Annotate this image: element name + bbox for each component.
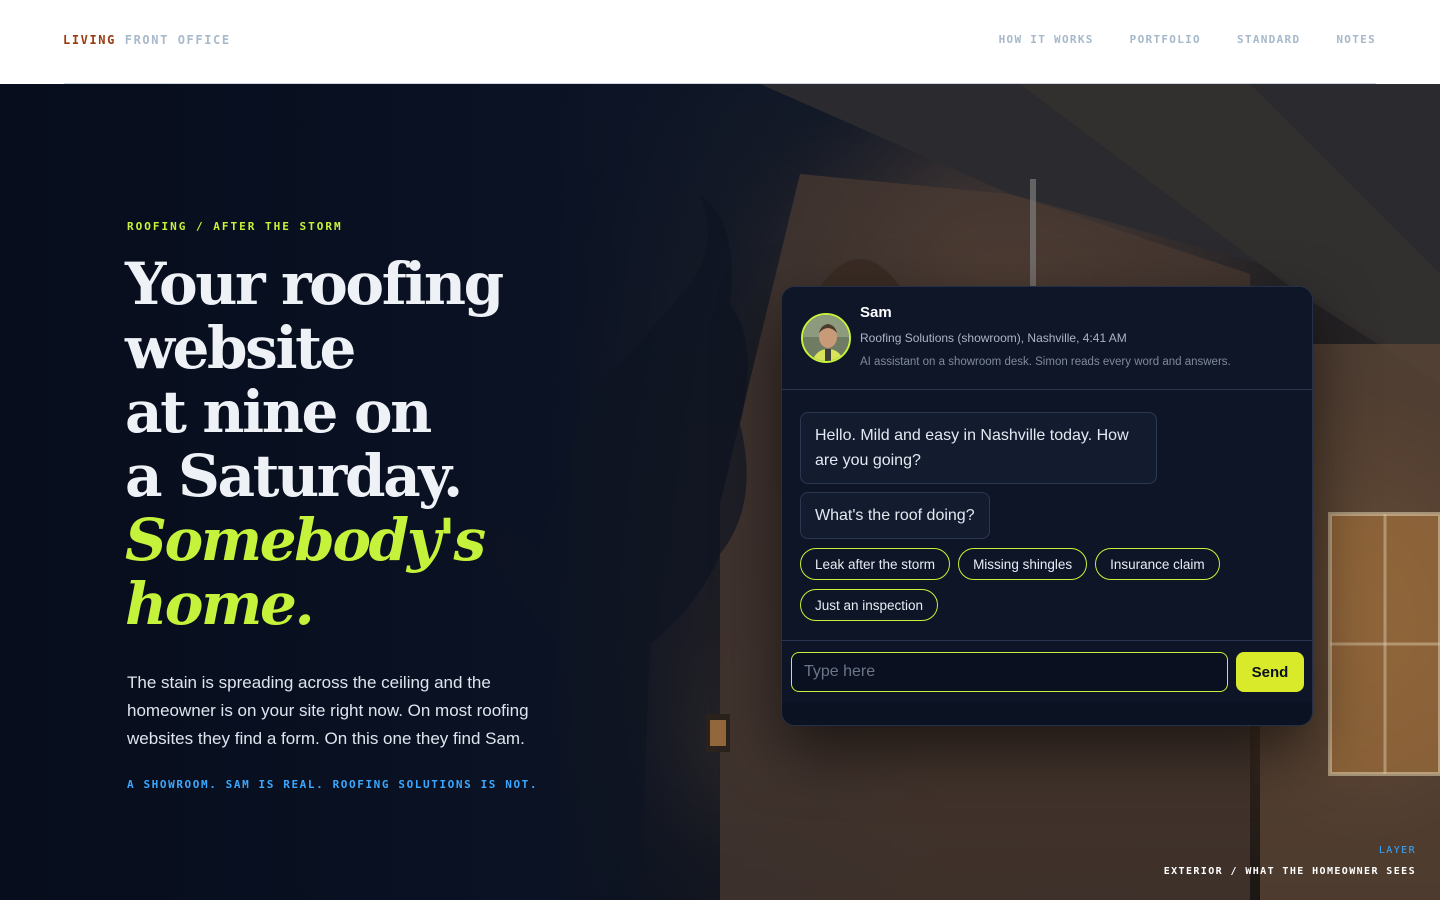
- headline-line: website: [125, 314, 356, 382]
- chat-footer: [782, 702, 1312, 725]
- agent-name: Sam: [860, 304, 892, 321]
- nav-standard[interactable]: STANDARD: [1237, 33, 1300, 46]
- chat-composer: Send: [782, 640, 1312, 702]
- brand-living: LIVING: [63, 33, 116, 47]
- quick-reply-leak[interactable]: Leak after the storm: [800, 548, 951, 580]
- top-navigation: LIVING FRONT OFFICE HOW IT WORKS PORTFOL…: [0, 0, 1440, 84]
- agent-meta: Roofing Solutions (showroom), Nashville,…: [860, 331, 1127, 345]
- hero-lede: The stain is spreading across the ceilin…: [127, 673, 529, 748]
- agent-note: AI assistant on a showroom desk. Simon r…: [860, 356, 1231, 368]
- headline-accent-line: Somebody's: [125, 506, 486, 574]
- send-button[interactable]: Send: [1236, 652, 1304, 692]
- brand-front-office: FRONT OFFICE: [124, 33, 231, 47]
- sam-avatar-photo-icon: [803, 315, 849, 361]
- assistant-message: Hello. Mild and easy in Nashville today.…: [800, 412, 1157, 484]
- headline-line: at nine on: [125, 378, 432, 446]
- chat-widget: Sam Roofing Solutions (showroom), Nashvi…: [781, 286, 1313, 726]
- quick-replies: Leak after the storm Missing shingles In…: [800, 548, 1270, 621]
- hero-eyebrow: ROOFING / AFTER THE STORM: [127, 220, 343, 233]
- nav-how-it-works[interactable]: HOW IT WORKS: [999, 33, 1094, 46]
- avatar: [801, 313, 851, 363]
- brand-logo[interactable]: LIVING FRONT OFFICE: [63, 33, 231, 47]
- nav-notes[interactable]: NOTES: [1336, 33, 1376, 46]
- layer-value: EXTERIOR / WHAT THE HOMEOWNER SEES: [1163, 866, 1416, 877]
- nav-portfolio[interactable]: PORTFOLIO: [1130, 33, 1201, 46]
- quick-reply-insurance[interactable]: Insurance claim: [1095, 548, 1220, 580]
- headline-line: a Saturday.: [125, 442, 463, 510]
- headline-line: Your roofing: [125, 250, 504, 318]
- hero-headline: Your roofing website at nine on a Saturd…: [125, 252, 645, 636]
- message-input[interactable]: [791, 652, 1228, 692]
- layer-label: LAYER: [1378, 845, 1416, 856]
- main-nav: HOW IT WORKS PORTFOLIO STANDARD NOTES: [999, 33, 1376, 46]
- quick-reply-missing-shingles[interactable]: Missing shingles: [958, 548, 1088, 580]
- quick-reply-inspection[interactable]: Just an inspection: [800, 589, 939, 621]
- chat-header: Sam Roofing Solutions (showroom), Nashvi…: [782, 287, 1312, 390]
- chat-messages: Hello. Mild and easy in Nashville today.…: [782, 390, 1312, 640]
- assistant-message: What's the roof doing?: [800, 492, 990, 539]
- headline-accent-line: home.: [125, 570, 315, 638]
- showroom-disclaimer: A SHOWROOM. SAM IS REAL. ROOFING SOLUTIO…: [127, 778, 539, 791]
